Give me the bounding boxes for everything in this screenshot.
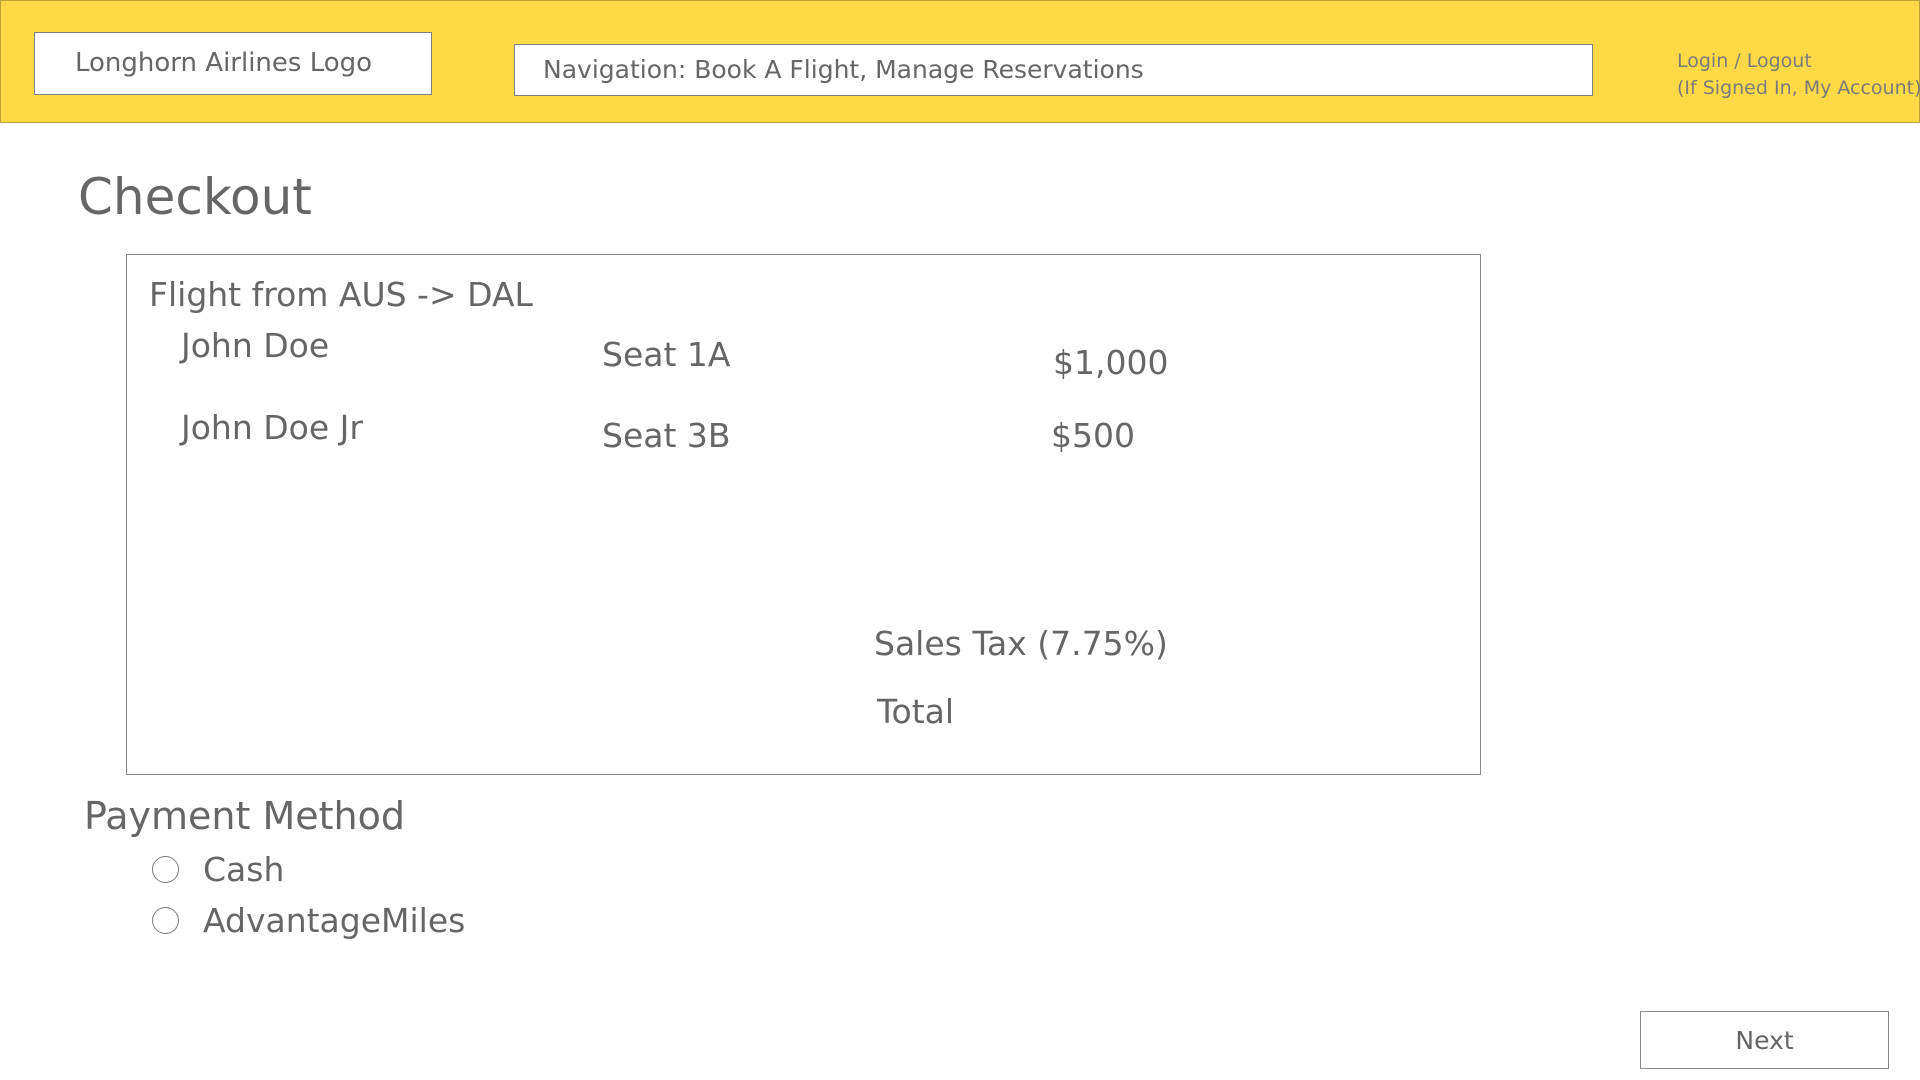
passenger-price: $500 [1051,416,1135,455]
account-area: Login / Logout (If Signed In, My Account… [1677,48,1920,102]
passenger-name: John Doe Jr [181,408,363,447]
airline-logo[interactable]: Longhorn Airlines Logo [34,32,432,95]
page-title: Checkout [78,168,312,226]
passenger-seat: Seat 1A [602,335,731,374]
sales-tax-label: Sales Tax (7.75%) [874,624,1168,663]
header-bar: Longhorn Airlines Logo Navigation: Book … [0,0,1920,123]
radio-label: Cash [203,850,285,889]
payment-option-advantagemiles[interactable]: AdvantageMiles [152,901,465,940]
my-account-link[interactable]: (If Signed In, My Account) [1677,75,1920,102]
payment-method-title: Payment Method [84,794,405,838]
radio-label: AdvantageMiles [203,901,466,940]
flight-heading: Flight from AUS -> DAL [149,275,533,314]
total-label: Total [877,692,955,731]
next-button[interactable]: Next [1640,1011,1889,1069]
passenger-price: $1,000 [1053,343,1169,382]
radio-button-cash[interactable] [152,856,179,883]
radio-button-advantagemiles[interactable] [152,907,179,934]
payment-option-cash[interactable]: Cash [152,850,284,889]
passenger-seat: Seat 3B [602,416,731,455]
order-summary: Flight from AUS -> DAL John Doe Seat 1A … [126,254,1481,775]
navigation-bar[interactable]: Navigation: Book A Flight, Manage Reserv… [514,44,1593,96]
passenger-name: John Doe [181,326,330,365]
login-logout-link[interactable]: Login / Logout [1677,48,1920,75]
